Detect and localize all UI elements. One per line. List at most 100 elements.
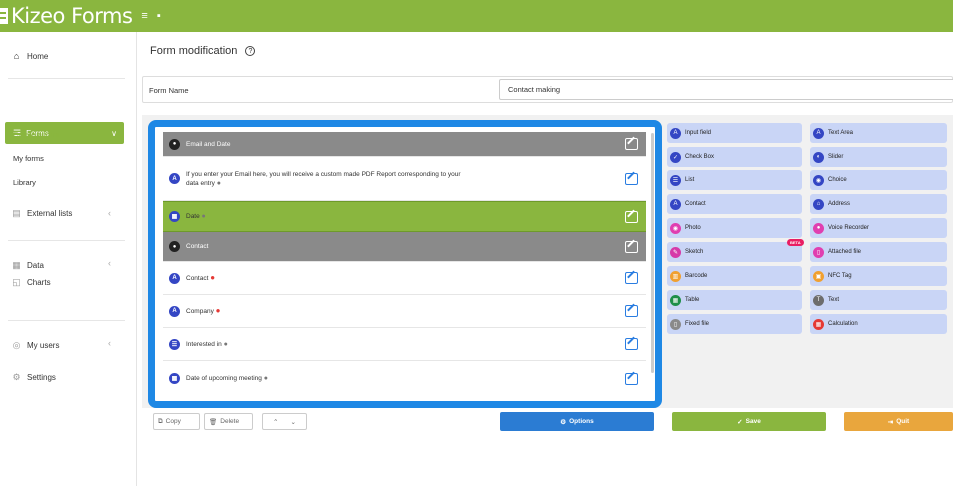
sidebar-item-settings[interactable]: ⚙ Settings: [11, 372, 56, 383]
chevron-left-icon: ‹: [108, 258, 111, 268]
camera-icon: ◉: [670, 222, 681, 234]
options-button[interactable]: ⚙ Options: [500, 412, 654, 431]
list-box-icon: ▤: [12, 208, 21, 218]
palette-text[interactable]: T Text: [810, 290, 947, 310]
sidebar-item-external-lists[interactable]: ▤ External lists: [11, 208, 72, 219]
palette-fixed-file[interactable]: ▯ Fixed file: [667, 314, 802, 334]
section-icon: ●: [169, 241, 180, 252]
palette-label: Attached file: [828, 249, 862, 255]
palette-label: Table: [685, 297, 700, 303]
page-title-text: Form modification: [150, 45, 238, 57]
field-label: Date ●: [186, 212, 206, 221]
field-row-section[interactable]: ● Contact: [163, 232, 646, 262]
palette-label: Fixed file: [685, 321, 710, 327]
palette-sketch[interactable]: ✎ Sketch BETA: [667, 239, 804, 262]
edit-icon[interactable]: [625, 305, 638, 317]
palette-voice-recorder[interactable]: ● Voice Recorder: [810, 218, 947, 238]
sidebar-subitem-create-form[interactable]: Create a form: [13, 130, 59, 139]
edit-icon[interactable]: [625, 210, 638, 223]
palette-slider[interactable]: ◐ Slider: [810, 147, 947, 167]
field-label-text: Date of upcoming meeting: [186, 375, 262, 382]
text-icon: T: [813, 294, 824, 306]
form-name-input[interactable]: [499, 79, 953, 100]
field-label-line1: If you enter your Email here, you will r…: [186, 170, 461, 178]
field-row[interactable]: ☰ Interested in ●: [163, 328, 646, 361]
field-label-line2: data entry: [186, 179, 215, 187]
sidebar-item-charts[interactable]: ◱ Charts: [11, 277, 51, 288]
text-area-icon: A: [813, 127, 824, 139]
choice-icon: ◉: [813, 174, 824, 186]
sidebar-item-home[interactable]: ⌂ Home: [11, 51, 49, 61]
field-label: Contact: [186, 243, 209, 250]
palette-text-area[interactable]: A Text Area: [810, 123, 947, 143]
edit-icon[interactable]: [625, 240, 638, 253]
quit-label: Quit: [896, 418, 910, 425]
field-label: Date of upcoming meeting ●: [186, 374, 268, 383]
save-button[interactable]: ✓ Save: [672, 412, 826, 431]
file-icon: ▯: [670, 318, 681, 330]
field-row[interactable]: A Company ●: [163, 295, 646, 328]
contact-icon: A: [670, 198, 681, 210]
beta-badge: BETA: [787, 239, 804, 246]
delete-button[interactable]: 🗑 Delete: [204, 413, 253, 430]
grid-icon[interactable]: ▪: [157, 10, 161, 22]
home-icon: ⌂: [13, 51, 20, 61]
divider: [8, 78, 125, 79]
palette-list[interactable]: ☰ List: [667, 170, 802, 190]
edit-icon[interactable]: [625, 338, 638, 350]
date-icon: ▦: [169, 373, 180, 384]
date-icon: ▦: [169, 211, 180, 222]
field-row-section[interactable]: ● Email and Date: [163, 132, 646, 157]
copy-icon: ⧉: [158, 417, 163, 425]
palette-check-box[interactable]: ✓ Check Box: [667, 147, 802, 167]
palette-label: NFC Tag: [828, 273, 852, 279]
nfc-icon: ▣: [813, 270, 824, 282]
palette-address[interactable]: ⌂ Address: [810, 194, 947, 214]
palette-barcode[interactable]: ▥ Barcode: [667, 266, 802, 286]
delete-label: Delete: [220, 418, 240, 425]
exit-icon: ⇥: [887, 418, 894, 426]
quit-button[interactable]: ⇥ Quit: [844, 412, 953, 431]
edit-icon[interactable]: [625, 372, 638, 385]
scrollbar[interactable]: [651, 133, 654, 373]
field-row[interactable]: A If you enter your Email here, you will…: [163, 157, 646, 201]
edit-icon[interactable]: [625, 272, 638, 284]
table-icon: ▦: [670, 294, 681, 306]
hamburger-icon[interactable]: ≡: [141, 10, 147, 22]
chart-icon: ◱: [12, 277, 21, 287]
question-icon[interactable]: ?: [245, 46, 256, 56]
edit-icon[interactable]: [625, 138, 638, 150]
palette-photo[interactable]: ◉ Photo: [667, 218, 802, 238]
sidebar-subitem-library[interactable]: Library: [13, 178, 36, 187]
sidebar-item-data[interactable]: ▦ Data: [11, 260, 44, 271]
options-label: Options: [569, 418, 594, 425]
sidebar-item-label: Charts: [27, 278, 51, 287]
field-label: Company ●: [186, 306, 220, 316]
copy-button[interactable]: ⧉ Copy: [153, 413, 200, 430]
palette-table[interactable]: ▦ Table: [667, 290, 802, 310]
field-row-selected[interactable]: ▦ Date ●: [163, 201, 646, 232]
brand-name: Kizeo Forms: [11, 4, 133, 28]
sidebar-item-label: Settings: [27, 373, 56, 382]
palette-input-field[interactable]: A Input field: [667, 123, 802, 143]
optional-marker: ●: [263, 375, 268, 382]
divider: [8, 240, 125, 241]
kizeo-logo[interactable]: Kizeo Forms: [0, 4, 133, 28]
field-row[interactable]: A Contact ●: [163, 262, 646, 295]
sidebar-item-my-users[interactable]: ◎ My users: [11, 340, 60, 351]
field-row[interactable]: ▦ Date of upcoming meeting ●: [163, 361, 646, 396]
palette-attached-file[interactable]: ▯ Attached file: [810, 242, 947, 262]
move-buttons: ⌃ ⌄: [262, 413, 307, 430]
palette-contact[interactable]: A Contact: [667, 194, 802, 214]
microphone-icon: ●: [813, 222, 824, 234]
top-bar: Kizeo Forms ≡ ▪: [0, 0, 953, 32]
move-up-icon[interactable]: ⌃: [273, 418, 278, 426]
palette-label: Check Box: [685, 154, 715, 160]
sidebar-subitem-my-forms[interactable]: My forms: [13, 154, 44, 163]
data-icon: ▦: [12, 260, 21, 270]
palette-calculation[interactable]: ▦ Calculation: [810, 314, 947, 334]
edit-icon[interactable]: [625, 172, 638, 185]
move-down-icon[interactable]: ⌄: [291, 418, 296, 426]
palette-nfc-tag[interactable]: ▣ NFC Tag: [810, 266, 947, 286]
palette-choice[interactable]: ◉ Choice: [810, 170, 947, 190]
